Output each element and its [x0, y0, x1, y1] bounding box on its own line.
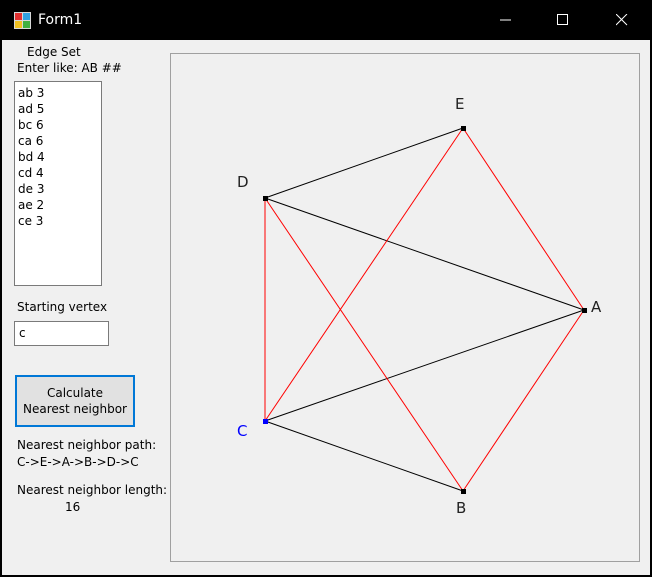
edge-set-title: Edge Set [27, 45, 81, 59]
app-icon [14, 12, 31, 29]
starting-vertex-input[interactable]: c [14, 321, 109, 346]
vertex-label-a: A [591, 298, 602, 316]
maximize-icon [557, 14, 568, 25]
close-button[interactable] [593, 0, 651, 40]
edge-ab [462, 309, 585, 492]
edge-de [264, 127, 464, 199]
edge-bd [264, 197, 464, 492]
edge-set-hint: Enter like: AB ## [17, 61, 122, 75]
app-window: Form1 Edge Set Enter like: AB ## ab 3 ad… [0, 0, 652, 577]
window-title: Form1 [38, 12, 83, 28]
vertex-label-c: C [237, 422, 248, 440]
path-value: C->E->A->B->D->C [17, 455, 139, 469]
title-bar[interactable]: Form1 [0, 0, 652, 40]
vertex-label-e: E [455, 95, 465, 113]
maximize-button[interactable] [534, 0, 592, 40]
path-label: Nearest neighbor path: [17, 438, 157, 452]
length-value: 16 [65, 500, 81, 514]
close-icon [616, 14, 628, 26]
graph-drawing [263, 126, 587, 494]
calculate-button[interactable]: Calculate Nearest neighbor [15, 375, 135, 427]
edge-ce [264, 127, 464, 422]
vertex-dot-c [263, 419, 268, 424]
vertex-dot-a [582, 308, 587, 313]
vertex-dot-d [263, 196, 268, 201]
edge-bc [264, 420, 464, 492]
calculate-button-line2: Nearest neighbor [23, 402, 127, 416]
starting-vertex-label: Starting vertex [17, 300, 108, 314]
graph-canvas: E D A C B [170, 53, 640, 562]
edge-set-textbox[interactable]: ab 3 ad 5 bc 6 ca 6 bd 4 cd 4 de 3 ae 2 … [14, 81, 102, 286]
minimize-button[interactable] [477, 0, 535, 40]
length-label: Nearest neighbor length: [17, 483, 168, 497]
edge-ad [264, 197, 585, 311]
vertex-label-d: D [237, 173, 249, 191]
calculate-button-line1: Calculate [46, 386, 104, 400]
vertex-dot-b [461, 489, 466, 494]
vertex-label-b: B [456, 499, 467, 517]
vertex-dot-e [461, 126, 466, 131]
edge-ca [264, 309, 585, 422]
edge-ae [462, 127, 585, 311]
form-client-area: Edge Set Enter like: AB ## ab 3 ad 5 bc … [2, 40, 650, 575]
minimize-icon [500, 19, 511, 21]
